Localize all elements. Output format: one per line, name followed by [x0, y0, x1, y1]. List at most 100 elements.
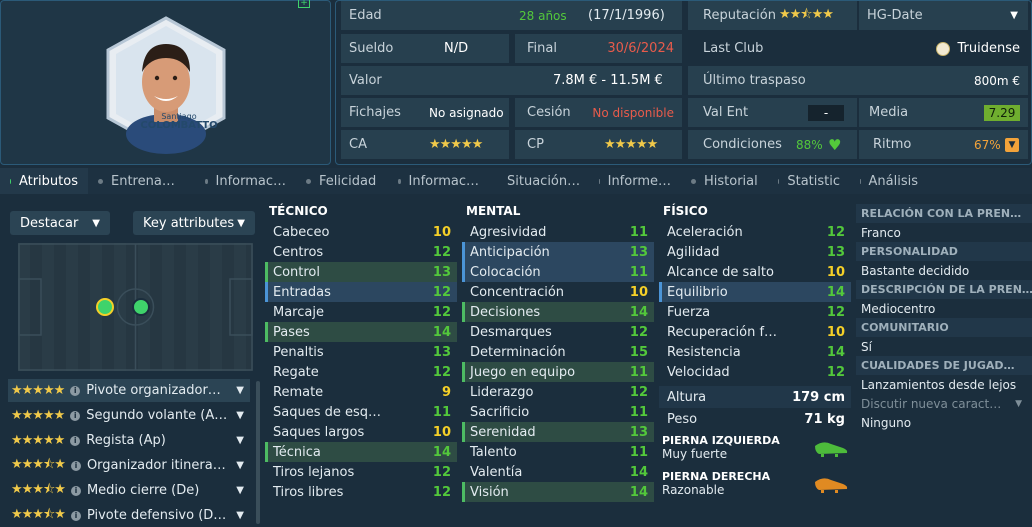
tab-5[interactable]: Situación… [489, 168, 589, 194]
detail-heading: CUALIDADES DE JUGAD… [856, 356, 1032, 375]
attribute-row[interactable]: Fuerza 12 [659, 302, 851, 322]
chevron-down-icon[interactable]: ▼ [236, 485, 244, 496]
attribute-row[interactable]: Concentración 10 [462, 282, 654, 302]
attribute-row[interactable]: Anticipación 13 [462, 242, 654, 262]
attribute-row[interactable]: Talento 11 [462, 442, 654, 462]
attribute-row[interactable]: Velocidad 12 [659, 362, 851, 382]
role-item[interactable]: ★★★★★ i Pivote organizador… ▼ [8, 379, 250, 402]
info-icon[interactable]: i [70, 385, 81, 396]
cesion-value: No disponible [592, 105, 674, 120]
destacar-dropdown[interactable]: Destacar ▼ [10, 211, 110, 235]
attribute-row[interactable]: Colocación 11 [462, 262, 654, 282]
info-icon[interactable]: i [70, 460, 81, 471]
role-item[interactable]: ★★★⯪★ i Organizador itinera… ▼ [8, 454, 250, 477]
attribute-row[interactable]: Regate 12 [265, 362, 457, 382]
detail-heading: DESCRIPCIÓN DE LA PREN… [856, 280, 1032, 299]
tab-9[interactable]: Análisis [850, 168, 928, 194]
attribute-row[interactable]: Remate 9 [265, 382, 457, 402]
altura-label: Altura [667, 389, 707, 405]
attribute-row[interactable]: Marcaje 12 [265, 302, 457, 322]
attribute-row[interactable]: Agilidad 13 [659, 242, 851, 262]
add-icon[interactable]: + [298, 0, 310, 8]
tab-6[interactable]: Informe… [589, 168, 681, 194]
attribute-name: Colocación [470, 264, 541, 280]
discutir-dropdown[interactable]: Discutir nueva caract… ▼ [856, 394, 1032, 413]
attribute-row[interactable]: Técnica 14 [265, 442, 457, 462]
tab-3[interactable]: Felicidad [296, 168, 388, 194]
attribute-row[interactable]: Tiros libres 12 [265, 482, 457, 502]
tab-8[interactable]: Statistic [768, 168, 850, 194]
chevron-down-icon[interactable]: ▼ [236, 435, 244, 446]
attribute-name: Remate [273, 384, 324, 400]
valor-value[interactable]: 7.8M € - 11.5M € [553, 73, 663, 88]
attribute-row[interactable]: Resistencia 14 [659, 342, 851, 362]
attribute-value: 11 [629, 224, 648, 240]
attribute-row[interactable]: Control 13 [265, 262, 457, 282]
attribute-row[interactable]: Penaltis 13 [265, 342, 457, 362]
attribute-name: Equilibrio [667, 284, 728, 300]
attribute-row[interactable]: Serenidad 13 [462, 422, 654, 442]
attribute-row[interactable]: Valentía 14 [462, 462, 654, 482]
attribute-row[interactable]: Saques largos 10 [265, 422, 457, 442]
attribute-row[interactable]: Saques de esq… 11 [265, 402, 457, 422]
info-icon[interactable]: i [70, 485, 81, 496]
lastclub-value[interactable]: Truidense [958, 41, 1021, 56]
role-stars: ★★★★★ [11, 408, 65, 423]
info-icon[interactable]: i [70, 435, 81, 446]
attribute-name: Talento [470, 444, 517, 460]
role-item[interactable]: ★★★★★ i Regista (Ap) ▼ [8, 429, 250, 452]
tab-0[interactable]: Atributos [0, 168, 88, 194]
cp-cell: CP ★★★★★ [515, 130, 682, 159]
edad-value: 28 años [519, 8, 567, 23]
attribute-row[interactable]: Tiros lejanos 12 [265, 462, 457, 482]
chevron-down-icon[interactable]: ▼ [236, 460, 244, 471]
attribute-value: 12 [432, 364, 451, 380]
fisico-title: FÍSICO [663, 204, 708, 218]
attribute-value: 13 [432, 344, 451, 360]
attribute-row[interactable]: Entradas 12 [265, 282, 457, 302]
mental-column: MENTAL Agresividad 11 Anticipación 13 Coloca… [462, 204, 654, 502]
attribute-row[interactable]: Alcance de salto 10 [659, 262, 851, 282]
attribute-row[interactable]: Pases 14 [265, 322, 457, 342]
role-stars: ★★★⯪★ [11, 481, 66, 497]
chevron-down-icon[interactable]: ▼ [236, 385, 244, 396]
attribute-row[interactable]: Centros 12 [265, 242, 457, 262]
attribute-row[interactable]: Agresividad 11 [462, 222, 654, 242]
tecnico-column: TÉCNICO Cabeceo 10 Centros 12 Control 13 Entra… [265, 204, 457, 502]
chevron-down-icon[interactable]: ▼ [236, 510, 244, 521]
info-icon[interactable]: i [70, 510, 81, 521]
attribute-row[interactable]: Liderazgo 12 [462, 382, 654, 402]
attribute-row[interactable]: Determinación 15 [462, 342, 654, 362]
position-marker-secondary [132, 298, 150, 316]
boot-right-icon [815, 478, 848, 493]
roles-scrollbar[interactable] [256, 381, 260, 524]
key-attributes-dropdown[interactable]: Key attributes ▼ [133, 211, 255, 235]
attribute-row[interactable]: Cabeceo 10 [265, 222, 457, 242]
attribute-row[interactable]: Sacrificio 11 [462, 402, 654, 422]
role-item[interactable]: ★★★★★ i Segundo volante (A… ▼ [8, 404, 250, 427]
attribute-name: Tiros libres [273, 484, 344, 500]
fichajes-cell: Fichajes No asignado [341, 98, 509, 127]
attribute-row[interactable]: Aceleración 12 [659, 222, 851, 242]
chevron-down-icon[interactable]: ▼ [236, 410, 244, 421]
attribute-row[interactable]: Juego en equipo 11 [462, 362, 654, 382]
attribute-row[interactable]: Decisiones 14 [462, 302, 654, 322]
attribute-name: Regate [273, 364, 319, 380]
tab-2[interactable]: Informac… [195, 168, 296, 194]
info-icon[interactable]: i [70, 410, 81, 421]
attribute-row[interactable]: Recuperación f… 10 [659, 322, 851, 342]
hg-cell: HG-Date ▼ [859, 1, 1028, 30]
attribute-row[interactable]: Equilibrio 14 [659, 282, 851, 302]
tab-dot-icon [860, 178, 861, 184]
role-item[interactable]: ★★★⯪★ i Medio cierre (De) ▼ [8, 479, 250, 502]
attribute-name: Determinación [470, 344, 566, 360]
tab-4[interactable]: Informac… [388, 168, 489, 194]
chevron-down-icon[interactable]: ▼ [1010, 10, 1018, 21]
attribute-row[interactable]: Visión 14 [462, 482, 654, 502]
tab-7[interactable]: Historial [681, 168, 768, 194]
attribute-row[interactable]: Desmarques 12 [462, 322, 654, 342]
tab-1[interactable]: Entrena… [88, 168, 195, 194]
player-nameplate: Santiago COLOMBATTO [140, 112, 218, 131]
attribute-value: 11 [629, 404, 648, 420]
chevron-down-icon: ▼ [237, 217, 245, 229]
